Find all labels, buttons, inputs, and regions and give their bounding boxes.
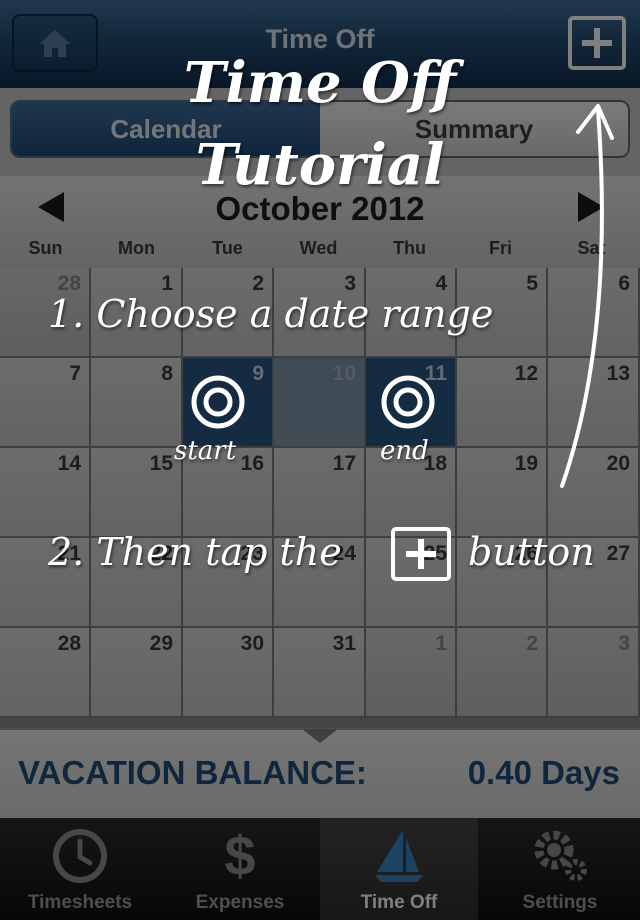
- dollar-icon: $: [224, 824, 256, 887]
- notch-indicator: [302, 729, 338, 743]
- sailboat-icon: [375, 830, 423, 882]
- calendar-day-cell[interactable]: 31: [274, 628, 366, 718]
- day-number: 8: [161, 362, 173, 385]
- tab-label: Settings: [522, 892, 598, 913]
- calendar-day-cell[interactable]: 12: [457, 358, 548, 448]
- day-number: 30: [240, 632, 264, 655]
- vacation-balance-bar: VACATION BALANCE: 0.40 Days: [0, 728, 640, 818]
- weekday-label: Wed: [299, 238, 338, 258]
- weekday-row: Sun Mon Tue Wed Thu Fri Sat: [0, 238, 640, 264]
- tutorial-title-line2: Tutorial: [195, 132, 445, 198]
- day-number: 19: [514, 452, 538, 475]
- day-number: 29: [149, 632, 173, 655]
- calendar-day-cell[interactable]: 2: [457, 628, 548, 718]
- tab-settings[interactable]: Settings: [480, 818, 640, 920]
- calendar-day-cell[interactable]: 8: [91, 358, 183, 448]
- calendar-day-cell[interactable]: 1: [366, 628, 457, 718]
- end-label: end: [380, 436, 429, 466]
- balance-value: 0.40 Days: [467, 754, 620, 791]
- tab-time-off[interactable]: Time Off: [320, 818, 478, 920]
- day-number: 9: [252, 362, 264, 385]
- start-target-icon: [191, 375, 245, 429]
- tab-label: Time Off: [360, 892, 438, 913]
- tab-label: Timesheets: [27, 892, 133, 913]
- day-number: 14: [57, 452, 81, 475]
- gears-icon: [534, 830, 587, 881]
- day-number: 10: [332, 362, 356, 385]
- tutorial-step-2: 2. Then tap the: [48, 530, 342, 574]
- calendar-day-cell[interactable]: 14: [0, 448, 91, 538]
- weekday-label: Tue: [212, 238, 243, 258]
- day-number: 1: [435, 632, 447, 655]
- calendar-day-cell[interactable]: 30: [183, 628, 274, 718]
- day-number: 17: [332, 452, 356, 475]
- tutorial-step-1: 1. Choose a date range: [48, 292, 494, 336]
- day-number: 27: [606, 542, 630, 565]
- day-number: 12: [514, 362, 538, 385]
- start-label: start: [174, 436, 237, 466]
- up-arrow-icon: [560, 104, 614, 488]
- weekday-label: Fri: [488, 238, 512, 258]
- day-number: 3: [618, 632, 630, 655]
- tutorial-title-line1: Time Off: [183, 50, 457, 116]
- tab-label: Expenses: [195, 892, 285, 913]
- calendar-day-cell[interactable]: 7: [0, 358, 91, 448]
- plus-box-icon: [391, 527, 451, 581]
- calendar-day-cell[interactable]: 17: [274, 448, 366, 538]
- day-number: 6: [618, 272, 630, 295]
- day-number: 15: [149, 452, 173, 475]
- day-number: 7: [69, 362, 81, 385]
- weekday-label: Sun: [28, 238, 63, 258]
- day-number: 2: [526, 632, 538, 655]
- calendar-day-cell[interactable]: 3: [548, 628, 640, 718]
- calendar-day-cell[interactable]: 10: [274, 358, 366, 448]
- weekday-label: Thu: [393, 238, 426, 258]
- calendar-day-cell[interactable]: 15: [91, 448, 183, 538]
- tutorial-step-2-suffix: button: [468, 530, 595, 574]
- tab-timesheets[interactable]: Timesheets: [0, 818, 160, 920]
- day-number: 28: [57, 632, 81, 655]
- balance-label: VACATION BALANCE:: [18, 754, 367, 791]
- calendar-day-cell[interactable]: 19: [457, 448, 548, 538]
- day-number: 5: [526, 272, 538, 295]
- calendar-day-cell[interactable]: 29: [91, 628, 183, 718]
- day-number: 31: [332, 632, 356, 655]
- end-target-icon: [381, 375, 435, 429]
- weekday-label: Mon: [118, 238, 155, 258]
- tab-expenses[interactable]: $ Expenses: [160, 818, 320, 920]
- day-number: 16: [240, 452, 264, 475]
- tab-bar: Timesheets $ Expenses Time Off Settings: [0, 818, 640, 920]
- calendar-day-cell[interactable]: 28: [0, 628, 91, 718]
- clock-icon: [53, 829, 107, 883]
